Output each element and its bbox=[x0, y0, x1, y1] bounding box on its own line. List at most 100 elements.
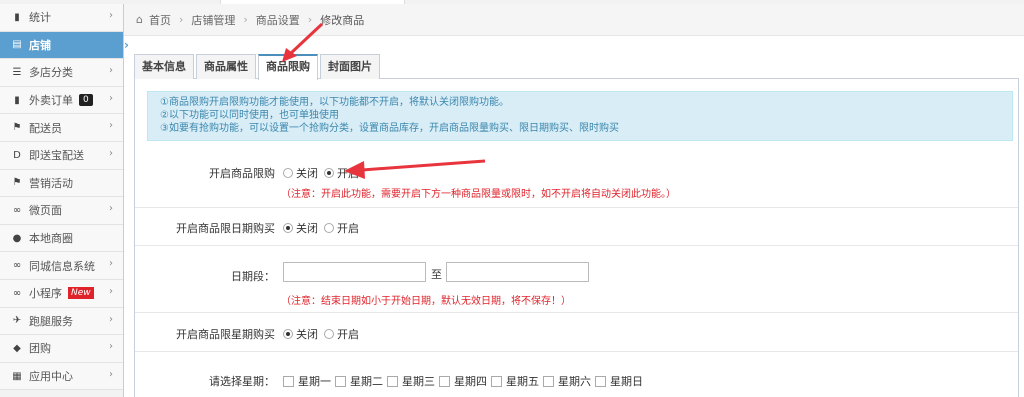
order-count-badge: 0 bbox=[79, 94, 93, 107]
sidebar-item[interactable]: ☰ 多店分类 › bbox=[0, 59, 123, 87]
new-badge: New bbox=[68, 287, 94, 300]
limit-off-radio[interactable] bbox=[283, 168, 293, 178]
weekday-label: 星期二 bbox=[350, 375, 383, 388]
notice-line: ①商品限购开启限购功能才能使用，以下功能都不开启，将默认关闭限购功能。 bbox=[160, 97, 509, 108]
sidebar-item-label: 同城信息系统 bbox=[29, 259, 95, 273]
weekday-checkbox[interactable] bbox=[335, 375, 346, 387]
sidebar-item-label: 配送员 bbox=[29, 121, 62, 135]
date-limit-on-radio[interactable] bbox=[324, 223, 334, 233]
sidebar-item-label: 跑腿服务 bbox=[29, 314, 73, 328]
chevron-right-icon: › bbox=[109, 341, 113, 353]
sidebar: ▮ 统计 › ▤ 店铺 › ☰ 多店分类 › ▮ 外卖订单 0 › ⚑ 配送员 › D 即送宝配送 › ⚑ 营销活动 ∞ 微… bbox=[0, 4, 129, 397]
runner-icon: ✈ bbox=[12, 315, 22, 327]
chevron-right-icon: › bbox=[109, 313, 113, 325]
tab-basic-info[interactable]: 基本信息 bbox=[134, 54, 194, 79]
limit-label: 开启商品限购 bbox=[209, 167, 275, 180]
link-icon: ∞ bbox=[12, 287, 22, 299]
home-icon: ⌂ bbox=[136, 13, 143, 26]
chevron-right-icon: › bbox=[178, 13, 184, 26]
date-limit-label: 开启商品限日期购买 bbox=[176, 222, 275, 235]
sidebar-item-label: 即送宝配送 bbox=[29, 149, 84, 163]
sidebar-item-label: 统计 bbox=[29, 11, 51, 25]
week-limit-radio-group: 关闭 开启 bbox=[283, 326, 365, 342]
weekday-label: 星期三 bbox=[402, 375, 435, 388]
divider bbox=[135, 312, 1018, 313]
breadcrumb-home[interactable]: 首页 bbox=[149, 12, 171, 28]
sidebar-item-label: 多店分类 bbox=[29, 66, 73, 80]
week-limit-label: 开启商品限星期购买 bbox=[176, 328, 275, 341]
tab-goods-attributes[interactable]: 商品属性 bbox=[196, 54, 256, 79]
sidebar-item[interactable]: ▮ 外卖订单 0 › bbox=[0, 86, 123, 115]
weekday-checkbox[interactable] bbox=[491, 375, 502, 387]
chevron-right-icon: › bbox=[243, 13, 248, 26]
sidebar-item[interactable]: ⚑ 营销活动 bbox=[0, 169, 123, 198]
tab-bar: 基本信息 商品属性 商品限购 封面图片 bbox=[134, 54, 1019, 80]
sidebar-item[interactable]: ▦ 应用中心 › bbox=[0, 362, 123, 391]
chevron-right-icon: › bbox=[109, 285, 113, 297]
annotation-arrow-icon bbox=[344, 159, 486, 179]
sidebar-item[interactable]: ∞ 同城信息系统 › bbox=[0, 252, 123, 280]
week-limit-off-label: 关闭 bbox=[296, 328, 318, 341]
weekday-label: 星期六 bbox=[558, 375, 591, 388]
chevron-right-icon: › bbox=[109, 147, 113, 159]
delivery-d-icon: D bbox=[13, 149, 21, 161]
notice-line: ②以下功能可以同时使用，也可单独使用 bbox=[160, 110, 339, 121]
end-date-input[interactable] bbox=[446, 262, 589, 282]
breadcrumb: ⌂ 首页 › 店铺管理 › 商品设置 › 修改商品 bbox=[124, 4, 1024, 36]
annotation-arrow-icon bbox=[282, 22, 324, 62]
flag-icon: ⚑ bbox=[12, 177, 22, 189]
link-icon: ∞ bbox=[12, 260, 22, 272]
chevron-right-icon: › bbox=[109, 10, 113, 21]
notice-line: ③如要有抢购功能，可以设置一个抢购分类，设置商品库存，开启商品限量购买、限日期购… bbox=[160, 123, 619, 134]
week-limit-on-radio[interactable] bbox=[324, 329, 334, 339]
info-notice: ①商品限购开启限购功能才能使用，以下功能都不开启，将默认关闭限购功能。 ②以下功… bbox=[147, 91, 1013, 141]
date-limit-radio-group: 关闭 开启 bbox=[283, 220, 365, 236]
date-limit-off-label: 关闭 bbox=[296, 222, 318, 235]
week-limit-off-radio[interactable] bbox=[283, 329, 293, 339]
start-date-input[interactable] bbox=[283, 262, 426, 282]
weekday-checkbox-group: 星期一 星期二 星期三 星期四 星期五 星期六 星期日 bbox=[283, 373, 647, 389]
weekday-label: 星期日 bbox=[610, 375, 643, 388]
date-limit-on-label: 开启 bbox=[337, 222, 359, 235]
limit-on-radio[interactable] bbox=[324, 168, 334, 178]
sidebar-item[interactable]: D 即送宝配送 › bbox=[0, 141, 123, 170]
sidebar-item-label: 店铺 bbox=[29, 38, 51, 52]
weekday-label: 星期四 bbox=[454, 375, 487, 388]
weekday-checkbox[interactable] bbox=[543, 375, 554, 387]
sidebar-item[interactable]: ▤ 店铺 › bbox=[0, 31, 129, 60]
limit-hint: （注意：开启此功能，需要开启下方一种商品限量或限时，如不开启将自动关闭此功能。） bbox=[281, 189, 676, 200]
sidebar-item[interactable]: ▮ 统计 › bbox=[0, 4, 123, 32]
sidebar-item[interactable]: ● 本地商圈 bbox=[0, 224, 123, 253]
main-content: ⌂ 首页 › 店铺管理 › 商品设置 › 修改商品 基本信息 商品属性 商品限购… bbox=[124, 4, 1024, 397]
weekday-label: 星期五 bbox=[506, 375, 539, 388]
date-range-hint: （注意：结束日期如小于开始日期，默认无效日期，将不保存！） bbox=[281, 296, 571, 307]
weekday-checkbox[interactable] bbox=[283, 375, 294, 387]
tab-panel: ①商品限购开启限购功能才能使用，以下功能都不开启，将默认关闭限购功能。 ②以下功… bbox=[134, 79, 1019, 397]
sidebar-item[interactable]: ∞ 微页面 › bbox=[0, 197, 123, 225]
divider bbox=[135, 351, 1018, 352]
sidebar-item[interactable]: ◆ 团购 › bbox=[0, 335, 123, 363]
chevron-right-icon: › bbox=[109, 368, 113, 380]
sidebar-item-label: 营销活动 bbox=[29, 176, 73, 190]
sidebar-item[interactable]: ⚑ 配送员 › bbox=[0, 114, 123, 142]
date-to-label: 至 bbox=[431, 268, 442, 281]
courier-icon: ⚑ bbox=[12, 122, 22, 134]
breadcrumb-store[interactable]: 店铺管理 bbox=[191, 12, 235, 28]
link-icon: ∞ bbox=[12, 204, 22, 216]
chevron-right-icon: › bbox=[109, 65, 113, 77]
weekday-label: 星期一 bbox=[298, 375, 331, 388]
weekday-checkbox[interactable] bbox=[387, 375, 398, 387]
chevron-right-icon: › bbox=[109, 258, 113, 270]
list-icon: ☰ bbox=[12, 66, 22, 78]
chevron-right-icon: › bbox=[109, 120, 113, 132]
sidebar-item[interactable]: ∞ 小程序 New › bbox=[0, 279, 123, 308]
date-limit-off-radio[interactable] bbox=[283, 223, 293, 233]
divider bbox=[135, 207, 1018, 208]
sidebar-item[interactable]: ✈ 跑腿服务 › bbox=[0, 307, 123, 336]
sidebar-item-label: 团购 bbox=[29, 342, 51, 356]
grid-icon: ▦ bbox=[12, 370, 22, 382]
weekday-checkbox[interactable] bbox=[595, 375, 606, 387]
weekday-checkbox[interactable] bbox=[439, 375, 450, 387]
sidebar-item-label: 应用中心 bbox=[29, 370, 73, 384]
divider bbox=[135, 245, 1018, 246]
